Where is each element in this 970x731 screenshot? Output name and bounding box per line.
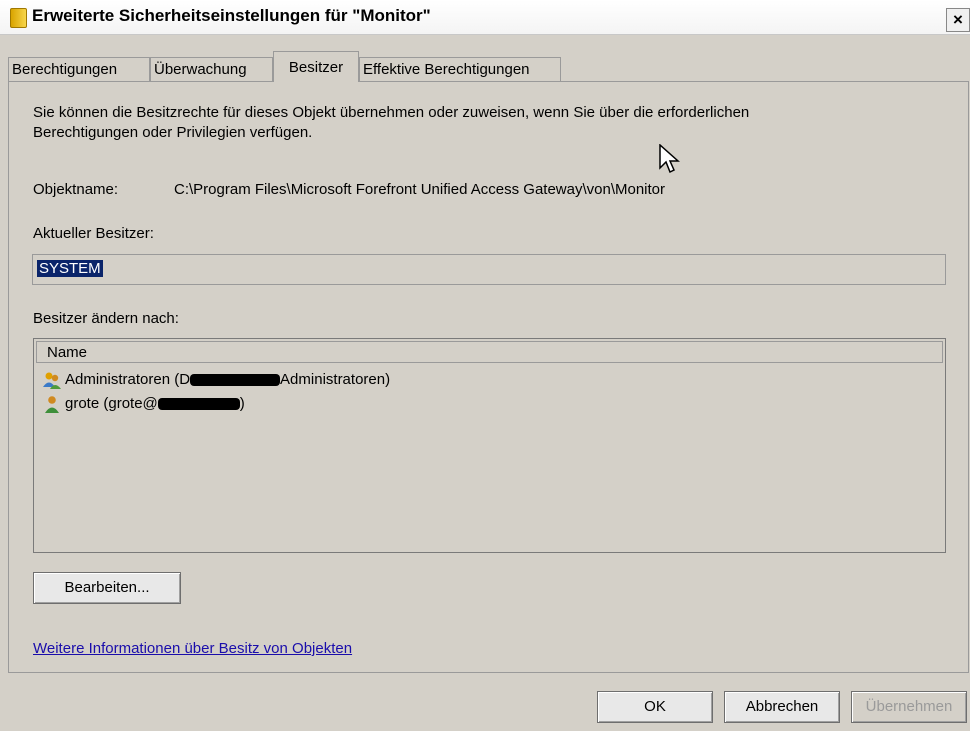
owner-list[interactable]: Name Administratoren (D Administratoren) … [33,338,946,553]
title-bar: Erweiterte Sicherheitseinstellungen für … [0,0,970,35]
ok-button[interactable]: OK [597,691,713,723]
redacted-text [190,374,281,387]
window-title: Erweiterte Sicherheitseinstellungen für … [32,6,431,25]
list-item[interactable]: grote (grote@) [42,393,245,415]
edit-button[interactable]: Bearbeiten... [33,572,181,604]
help-link[interactable]: Weitere Informationen über Besitz von Ob… [33,640,352,657]
dialog-footer: OK Abbrechen Übernehmen [0,681,970,731]
cancel-button[interactable]: Abbrechen [724,691,840,723]
current-owner-value: SYSTEM [37,260,103,277]
list-item[interactable]: Administratoren (D Administratoren) [42,369,390,391]
mouse-cursor-icon [659,144,680,174]
object-name-value: C:\Program Files\Microsoft Forefront Uni… [174,181,666,198]
list-item-label-suffix: Administratoren) [280,371,391,388]
tab-ueberwachung[interactable]: Überwachung [150,57,273,81]
tab-berechtigungen[interactable]: Berechtigungen [8,57,150,81]
list-item-label-prefix: grote (grote@ [65,395,158,412]
close-button[interactable]: × [946,8,970,32]
current-owner-field[interactable]: SYSTEM [32,254,946,285]
column-name: Name [47,344,88,361]
change-owner-label: Besitzer ändern nach: [33,310,179,327]
object-name-label: Objektname: [33,181,119,198]
redacted-text [157,398,240,411]
list-column-header[interactable]: Name [36,341,943,363]
list-item-label-suffix: ) [239,395,245,412]
apply-button[interactable]: Übernehmen [851,691,967,723]
current-owner-label: Aktueller Besitzer: [33,225,154,242]
group-icon [43,372,61,390]
description-line-1: Sie können die Besitzrechte für dieses O… [33,104,750,121]
tab-effektive-berechtigungen[interactable]: Effektive Berechtigungen [359,57,561,81]
folder-icon [10,8,27,28]
list-item-label-prefix: Administratoren (D [65,371,191,388]
user-icon [45,396,59,414]
description-line-2: Berechtigungen oder Privilegien verfügen… [33,124,313,141]
tab-besitzer[interactable]: Besitzer [273,51,359,82]
